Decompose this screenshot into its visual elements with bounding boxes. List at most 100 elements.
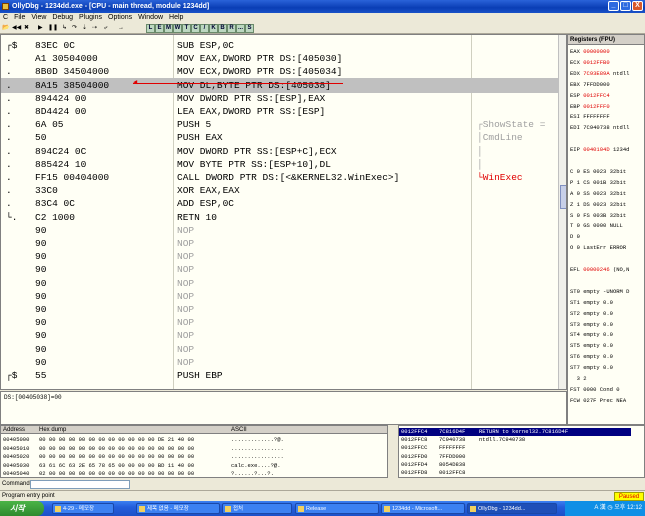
menu-file[interactable]: File: [14, 13, 25, 23]
registers-pane[interactable]: Registers (FPU) EAX 00000000 ECX 0012FFB…: [567, 34, 645, 425]
goto-icon[interactable]: →: [118, 24, 124, 33]
taskbar-item-visual-studio[interactable]: 1234dd - Microsoft...: [381, 503, 465, 514]
taskbar-item-ollydbg[interactable]: OllyDbg - 1234dd...: [467, 503, 557, 514]
window-titlebar[interactable]: OllyDbg - 1234dd.exe - [CPU - main threa…: [0, 0, 645, 13]
references-button[interactable]: R: [227, 24, 236, 33]
register-row[interactable]: EDI 7C940738 ntdll: [570, 124, 629, 132]
disasm-row[interactable]: ┌$ 55 PUSH EBP: [1, 368, 558, 383]
taskbar-item-notepad-1[interactable]: 4-29 - 메모장: [52, 503, 114, 514]
register-row[interactable]: A 0 SS 0023 32bit: [570, 190, 626, 198]
register-row[interactable]: [570, 277, 577, 285]
register-row[interactable]: ST1 empty 0.0: [570, 299, 613, 307]
stack-row[interactable]: 0012FFD4 8054D838: [399, 461, 631, 469]
registers-header[interactable]: Registers (FPU): [568, 35, 644, 45]
dump-header-hex[interactable]: Hex dump: [39, 426, 66, 434]
dump-row[interactable]: 00405020 00 00 00 00 00 00 00 00 00 00 00…: [3, 453, 284, 461]
taskbar-item-release[interactable]: Release: [295, 503, 379, 514]
dump-row[interactable]: 00405010 00 00 00 00 00 00 00 00 00 00 00…: [3, 445, 284, 453]
register-row[interactable]: D 0: [570, 233, 587, 241]
threads-button[interactable]: T: [182, 24, 191, 33]
register-row[interactable]: ST7 empty 0.0: [570, 364, 613, 372]
menu-options[interactable]: Options: [108, 13, 132, 23]
register-row[interactable]: ST0 empty -UNORM D: [570, 288, 629, 296]
windows-button[interactable]: W: [173, 24, 182, 33]
dump-header-ascii[interactable]: ASCII: [231, 426, 247, 434]
register-row[interactable]: FST 0000 Cond 0: [570, 386, 620, 394]
menu-plugins[interactable]: Plugins: [79, 13, 102, 23]
register-row[interactable]: ST5 empty 0.0: [570, 342, 613, 350]
register-row[interactable]: ESI FFFFFFFF: [570, 113, 613, 121]
scrollbar-thumb[interactable]: [560, 185, 566, 209]
menu-help[interactable]: Help: [169, 13, 183, 23]
register-row[interactable]: P 1 CS 001B 32bit: [570, 179, 626, 187]
register-row[interactable]: ESP 0012FFC4: [570, 92, 613, 100]
memory-button[interactable]: M: [164, 24, 173, 33]
register-row[interactable]: EIP 0040104D 1234d: [570, 146, 629, 154]
step-over-icon[interactable]: ↷: [72, 24, 77, 33]
step-into-icon[interactable]: ↳: [62, 24, 67, 33]
register-row[interactable]: S 0 FS 003B 32bit: [570, 212, 626, 220]
stack-row[interactable]: 0012FFC8 7C940738 ntdll.7C940738: [399, 436, 631, 444]
dump-row[interactable]: 00405030 63 61 6C 63 2E 65 78 65 00 00 00…: [3, 462, 281, 470]
menu-system-icon[interactable]: C: [3, 13, 8, 23]
log-window-button[interactable]: L: [146, 24, 155, 33]
modules-button[interactable]: E: [155, 24, 164, 33]
run-icon[interactable]: ▶: [38, 24, 43, 33]
stack-row[interactable]: 0012FFCC FFFFFFFF: [399, 444, 631, 452]
register-row[interactable]: Z 1 DS 0023 32bit: [570, 201, 626, 209]
register-row[interactable]: ST3 empty 0.0: [570, 321, 613, 329]
register-row[interactable]: T 0 GS 0000 NULL: [570, 222, 623, 230]
register-row[interactable]: [570, 157, 577, 165]
register-row[interactable]: [570, 255, 577, 263]
stack-row[interactable]: 0012FFD8 0012FFC8: [399, 469, 631, 477]
stack-row[interactable]: 0012FFD0 7FFDD000: [399, 453, 631, 461]
close-file-icon[interactable]: ✖: [24, 24, 29, 33]
run-trace-button[interactable]: ...: [236, 24, 245, 33]
maximize-button[interactable]: □: [620, 1, 631, 11]
register-row[interactable]: 3 2: [570, 375, 587, 383]
register-row[interactable]: ECX 0012FFB0: [570, 59, 613, 67]
register-row[interactable]: [570, 135, 577, 143]
taskbar-item-folder[interactable]: 접처: [222, 503, 292, 514]
breakpoints-button[interactable]: B: [218, 24, 227, 33]
system-tray[interactable]: A 漢 ◷ 오후 12:12: [565, 501, 645, 516]
menu-window[interactable]: Window: [138, 13, 163, 23]
close-button[interactable]: X: [632, 1, 643, 11]
trace-into-icon[interactable]: ⇣: [82, 24, 87, 33]
info-line-pane[interactable]: DS:[00405038]=00: [0, 391, 567, 425]
register-row[interactable]: ST4 empty 0.0: [570, 331, 613, 339]
register-row[interactable]: C 0 ES 0023 32bit: [570, 168, 626, 176]
open-icon[interactable]: 📂: [2, 24, 9, 33]
menu-view[interactable]: View: [31, 13, 46, 23]
register-row[interactable]: EDX 7C93E89A ntdll: [570, 70, 629, 78]
cpu-button[interactable]: C: [191, 24, 200, 33]
taskbar-item-notepad-2[interactable]: 제목 없음 - 메모장: [136, 503, 220, 514]
hex-dump-pane[interactable]: Address Hex dump ASCII 00405000 00 00 00 …: [0, 425, 388, 478]
disassembly-pane[interactable]: ┌$ 83EC 0C SUB ESP,0C. A1 30504000 MOV EAX,D…: [0, 34, 567, 390]
trace-over-icon[interactable]: ⇢: [92, 24, 97, 33]
execute-till-return-icon[interactable]: ⤶: [104, 24, 107, 33]
stack-row[interactable]: 0012FFC4 7C816D4F RETURN to kernel32.7C816…: [399, 428, 631, 436]
call-stack-button[interactable]: K: [209, 24, 218, 33]
register-row[interactable]: ST2 empty 0.0: [570, 310, 613, 318]
minimize-button[interactable]: _: [608, 1, 619, 11]
pause-icon[interactable]: ❚❚: [48, 24, 58, 33]
register-row[interactable]: ST6 empty 0.0: [570, 353, 613, 361]
register-row[interactable]: EFL 00000246 (NO,N: [570, 266, 629, 274]
command-input[interactable]: [30, 480, 130, 489]
dump-row[interactable]: 00405040 02 00 00 00 00 00 00 00 00 00 00…: [3, 470, 274, 477]
register-row[interactable]: FCW 027F Prec NEA: [570, 397, 626, 405]
dump-row[interactable]: 00405000 00 00 00 00 00 00 00 00 00 00 00…: [3, 436, 284, 444]
disassembly-scrollbar[interactable]: [558, 35, 566, 389]
register-row[interactable]: EBP 0012FFF0: [570, 103, 613, 111]
menu-debug[interactable]: Debug: [52, 13, 73, 23]
start-button[interactable]: 시작: [0, 501, 44, 516]
patches-button[interactable]: /: [200, 24, 209, 33]
register-row[interactable]: EAX 00000000: [570, 48, 613, 56]
restart-icon[interactable]: ◀◀: [12, 24, 21, 33]
dump-header-address[interactable]: Address: [3, 426, 25, 434]
stack-pane[interactable]: 0012FFC4 7C816D4F RETURN to kernel32.7C816…: [398, 425, 645, 478]
source-button[interactable]: S: [245, 24, 254, 33]
register-row[interactable]: O 0 LastErr ERROR: [570, 244, 626, 252]
register-row[interactable]: EBX 7FFDD000: [570, 81, 613, 89]
